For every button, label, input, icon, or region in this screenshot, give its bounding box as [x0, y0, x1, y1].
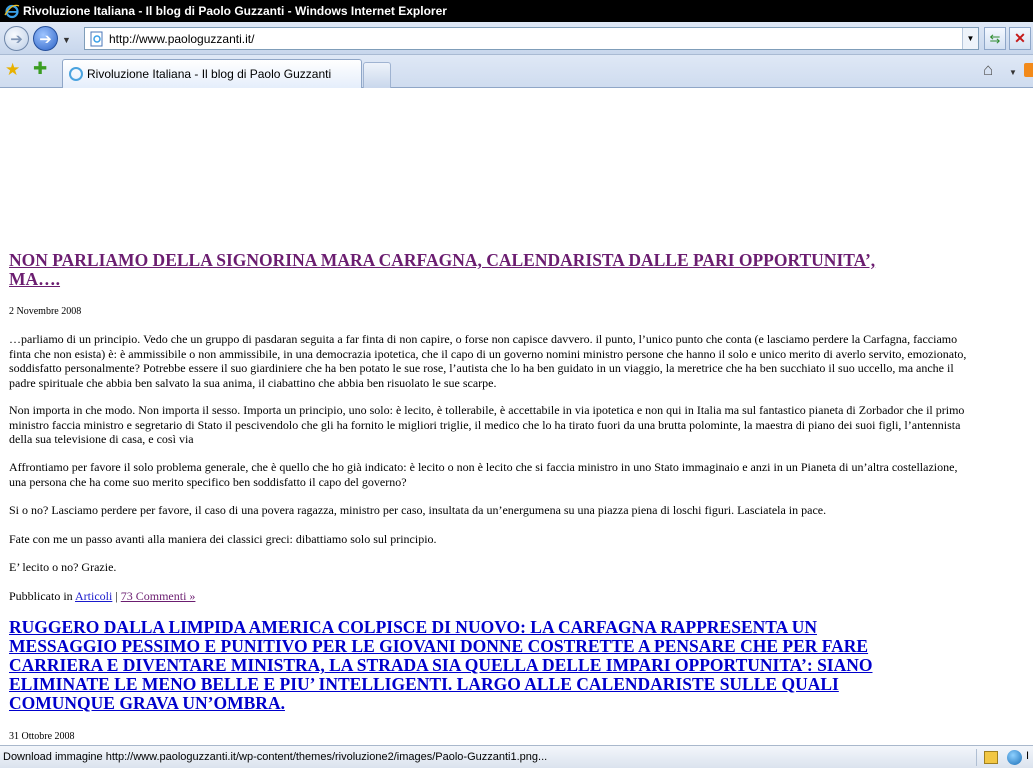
stop-icon: ✕: [1014, 30, 1026, 46]
address-dropdown-icon[interactable]: ▼: [962, 28, 978, 49]
home-icon[interactable]: ⌂: [983, 60, 993, 80]
comments-link[interactable]: 73 Commenti »: [121, 589, 196, 603]
back-button[interactable]: ➔: [4, 26, 29, 51]
post-title-line: CARRIERA E DIVENTARE MINISTRA, LA STRADA…: [9, 655, 873, 675]
posted-in-label: Pubblicato in: [9, 589, 73, 603]
post-title-line: RUGGERO DALLA LIMPIDA AMERICA COLPISCE D…: [9, 617, 817, 637]
tab-label: Rivoluzione Italiana - Il blog di Paolo …: [87, 67, 332, 81]
post-2: RUGGERO DALLA LIMPIDA AMERICA COLPISCE D…: [9, 618, 969, 713]
post-title-line: MA….: [9, 269, 61, 289]
forward-arrow-icon: ➔: [39, 30, 52, 48]
post-1: NON PARLIAMO DELLA SIGNORINA MARA CARFAG…: [9, 251, 969, 289]
post-meta: Pubblicato in Articoli | 73 Commenti »: [9, 589, 969, 604]
post-title-line: ELIMINATE LE MENO BELLE E PIU’ INTELLIGE…: [9, 674, 839, 694]
home-dropdown-icon[interactable]: ▼: [1009, 68, 1017, 77]
category-link[interactable]: Articoli: [75, 589, 112, 603]
feed-icon[interactable]: [1024, 63, 1033, 77]
address-bar[interactable]: http://www.paologuzzanti.it/ ▼: [84, 27, 979, 50]
navigation-bar: ➔ ➔ ▼ http://www.paologuzzanti.it/ ▼ ⇆ ✕: [0, 22, 1033, 55]
post-date: 31 Ottobre 2008: [9, 731, 75, 742]
page-content: NON PARLIAMO DELLA SIGNORINA MARA CARFAG…: [0, 89, 1033, 745]
post-title-link[interactable]: RUGGERO DALLA LIMPIDA AMERICA COLPISCE D…: [9, 618, 969, 713]
tab-active[interactable]: Rivoluzione Italiana - Il blog di Paolo …: [62, 59, 362, 88]
post-title-line: COMUNQUE GRAVA UN’OMBRA.: [9, 693, 285, 713]
favorites-star-icon[interactable]: ★: [5, 60, 20, 80]
window-title: Rivoluzione Italiana - Il blog di Paolo …: [23, 4, 447, 18]
zone-label: I: [1026, 750, 1030, 762]
window-title-bar: Rivoluzione Italiana - Il blog di Paolo …: [0, 0, 1033, 22]
post-title-link[interactable]: NON PARLIAMO DELLA SIGNORINA MARA CARFAG…: [9, 251, 969, 289]
back-arrow-icon: ➔: [10, 30, 23, 48]
post-paragraph: Affrontiamo per favore il solo problema …: [9, 460, 958, 489]
internet-explorer-icon: [4, 4, 20, 19]
status-bar: Download immagine http://www.paologuzzan…: [0, 745, 1033, 768]
post-paragraph: Si o no? Lasciamo perdere per favore, il…: [9, 503, 827, 517]
post-title-line: NON PARLIAMO DELLA SIGNORINA MARA CARFAG…: [9, 250, 876, 270]
refresh-button[interactable]: ⇆: [984, 27, 1006, 50]
protected-mode-icon[interactable]: [984, 751, 998, 764]
post-paragraph: Fate con me un passo avanti alla maniera…: [9, 532, 437, 546]
url-input[interactable]: http://www.paologuzzanti.it/: [109, 32, 962, 46]
post-paragraph: …parliamo di un principio. Vedo che un g…: [9, 332, 967, 390]
refresh-icon: ⇆: [989, 30, 1001, 46]
internet-zone-icon[interactable]: [1007, 750, 1022, 765]
meta-separator: |: [115, 589, 118, 603]
post-paragraph: E’ lecito o no? Grazie.: [9, 560, 117, 574]
status-text: Download immagine http://www.paologuzzan…: [3, 751, 548, 763]
post-paragraph: Non importa in che modo. Non importa il …: [9, 403, 965, 446]
forward-button[interactable]: ➔: [33, 26, 58, 51]
status-divider: [976, 749, 977, 766]
tab-page-icon: [69, 67, 83, 81]
tab-bar: ★ ✚ Rivoluzione Italiana - Il blog di Pa…: [0, 55, 1033, 88]
page-icon: [90, 31, 103, 46]
post-date: 2 Novembre 2008: [9, 306, 82, 317]
history-dropdown-icon[interactable]: ▼: [62, 35, 71, 45]
add-favorites-icon[interactable]: ✚: [33, 59, 47, 79]
stop-button[interactable]: ✕: [1009, 27, 1031, 50]
new-tab-button[interactable]: [363, 62, 391, 88]
post-title-line: MESSAGGIO PESSIMO E PUNITIVO PER LE GIOV…: [9, 636, 869, 656]
